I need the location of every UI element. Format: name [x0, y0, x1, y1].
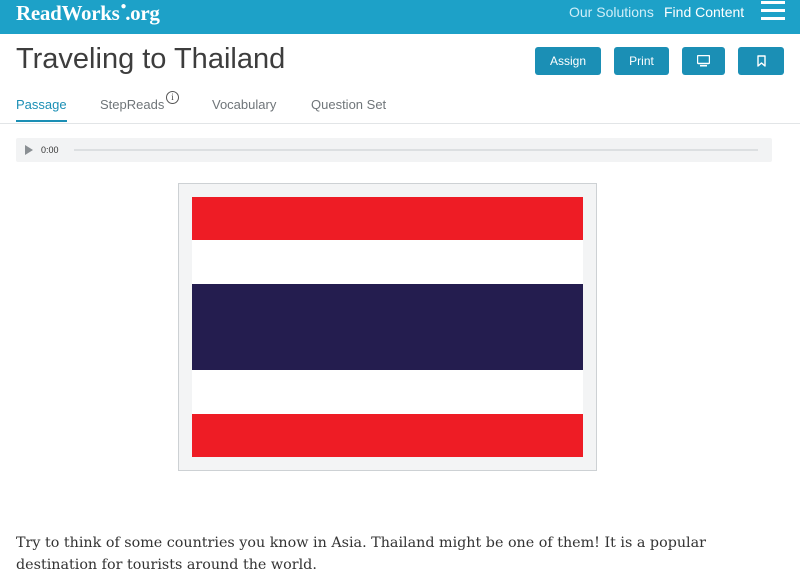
flag-stripe-red-top — [192, 197, 583, 240]
flag-stripe-red-bottom — [192, 414, 583, 457]
monitor-icon — [697, 55, 710, 67]
nav-our-solutions[interactable]: Our Solutions — [569, 4, 654, 20]
tab-question-set[interactable]: Question Set — [311, 97, 386, 113]
tab-stepreads[interactable]: StepReads — [100, 97, 164, 113]
tab-vocabulary[interactable]: Vocabulary — [212, 97, 276, 113]
tab-passage[interactable]: Passage — [16, 97, 67, 113]
active-tab-indicator — [16, 120, 67, 122]
passage-image-frame — [178, 183, 597, 471]
audio-player: 0:00 — [16, 138, 772, 162]
logo-dot: ● — [120, 1, 127, 12]
play-icon[interactable] — [25, 145, 33, 155]
bookmark-button[interactable] — [738, 47, 784, 75]
passage-paragraph: Try to think of some countries you know … — [16, 535, 706, 573]
flag-stripe-white-bottom — [192, 370, 583, 414]
flag-stripe-white-top — [192, 240, 583, 284]
audio-progress-bar[interactable] — [74, 149, 758, 151]
nav-find-content[interactable]: Find Content — [664, 4, 744, 20]
page-title: Traveling to Thailand — [16, 43, 286, 75]
assign-button[interactable]: Assign — [535, 47, 601, 75]
hamburger-menu-icon[interactable] — [761, 0, 785, 22]
tabs-divider — [0, 123, 800, 124]
present-button[interactable] — [682, 47, 725, 75]
top-nav-bar: ReadWorks●.org Our Solutions Find Conten… — [0, 0, 800, 34]
thailand-flag-image — [192, 197, 583, 457]
flag-stripe-blue — [192, 284, 583, 370]
print-button[interactable]: Print — [614, 47, 669, 75]
audio-time: 0:00 — [41, 145, 59, 155]
bookmark-icon — [756, 55, 766, 67]
readworks-logo[interactable]: ReadWorks●.org — [16, 0, 160, 25]
logo-text: ReadWorks — [16, 1, 120, 25]
info-icon[interactable]: i — [166, 91, 179, 104]
logo-suffix: .org — [125, 1, 160, 25]
